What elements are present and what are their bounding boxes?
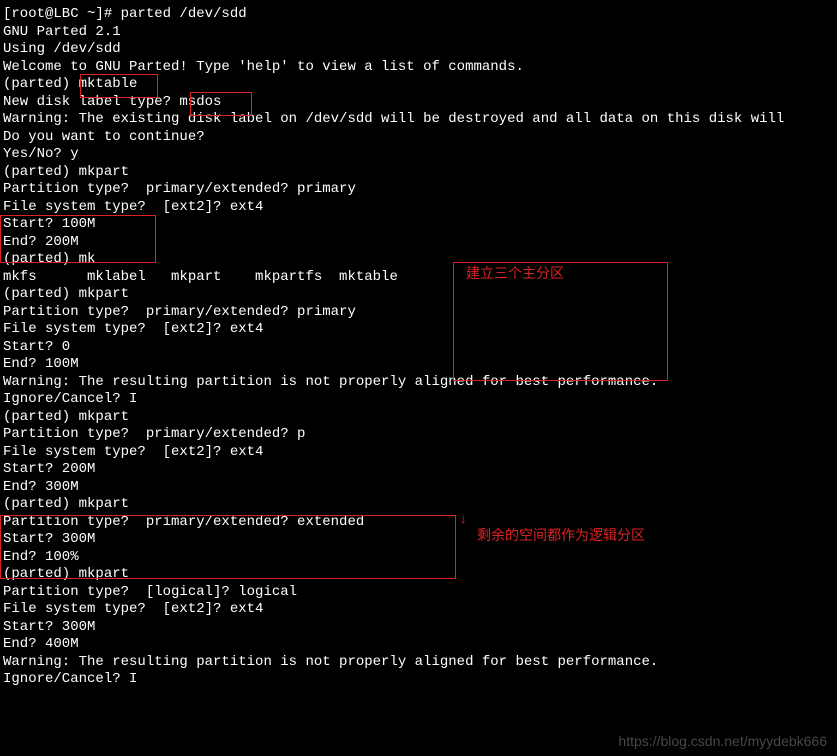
terminal-line: Start? 0 [3,339,837,357]
terminal-line: Warning: The resulting partition is not … [3,654,837,672]
terminal-line: (parted) mkpart [3,409,837,427]
terminal-line: File system type? [ext2]? ext4 [3,601,837,619]
annotation-label-logical: 剩余的空间都作为逻辑分区 [477,529,645,547]
terminal-line: Partition type? primary/extended? p [3,426,837,444]
terminal-line: Ignore/Cancel? I [3,391,837,409]
terminal-line: (parted) mkpart [3,164,837,182]
terminal-line: Using /dev/sdd [3,41,837,59]
terminal-line: Yes/No? y [3,146,837,164]
terminal-line: End? 100% [3,549,837,567]
terminal-line: (parted) mkpart [3,566,837,584]
terminal-line: [root@LBC ~]# parted /dev/sdd [3,6,837,24]
terminal-line: Start? 300M [3,619,837,637]
terminal-line: Ignore/Cancel? I [3,671,837,689]
arrow-icon: ↓ [459,512,467,530]
terminal-line: End? 200M [3,234,837,252]
terminal-line: End? 300M [3,479,837,497]
terminal-line: Start? 100M [3,216,837,234]
terminal-line: (parted) mk [3,251,837,269]
terminal-line: (parted) mkpart [3,286,837,304]
terminal-line: File system type? [ext2]? ext4 [3,199,837,217]
terminal-line: Welcome to GNU Parted! Type 'help' to vi… [3,59,837,77]
terminal-line: Warning: The resulting partition is not … [3,374,837,392]
terminal-line: Partition type? primary/extended? primar… [3,304,837,322]
terminal-line: File system type? [ext2]? ext4 [3,321,837,339]
terminal-line: GNU Parted 2.1 [3,24,837,42]
terminal-line: Start? 200M [3,461,837,479]
terminal-output: [root@LBC ~]# parted /dev/sdd GNU Parted… [3,6,837,689]
terminal-line: End? 100M [3,356,837,374]
terminal-line: Partition type? primary/extended? extend… [3,514,837,532]
terminal-line: File system type? [ext2]? ext4 [3,444,837,462]
terminal-line: New disk label type? msdos [3,94,837,112]
terminal-line: (parted) mktable [3,76,837,94]
terminal-line: Do you want to continue? [3,129,837,147]
terminal-line: mkfs mklabel mkpart mkpartfs mktable [3,269,837,287]
terminal-line: Warning: The existing disk label on /dev… [3,111,837,129]
watermark: https://blog.csdn.net/myydebk666 [618,733,827,751]
terminal-line: Partition type? [logical]? logical [3,584,837,602]
terminal-line: (parted) mkpart [3,496,837,514]
terminal-line: Partition type? primary/extended? primar… [3,181,837,199]
terminal-line: End? 400M [3,636,837,654]
terminal-line: Start? 300M [3,531,837,549]
annotation-label-primary: 建立三个主分区 [466,267,564,285]
